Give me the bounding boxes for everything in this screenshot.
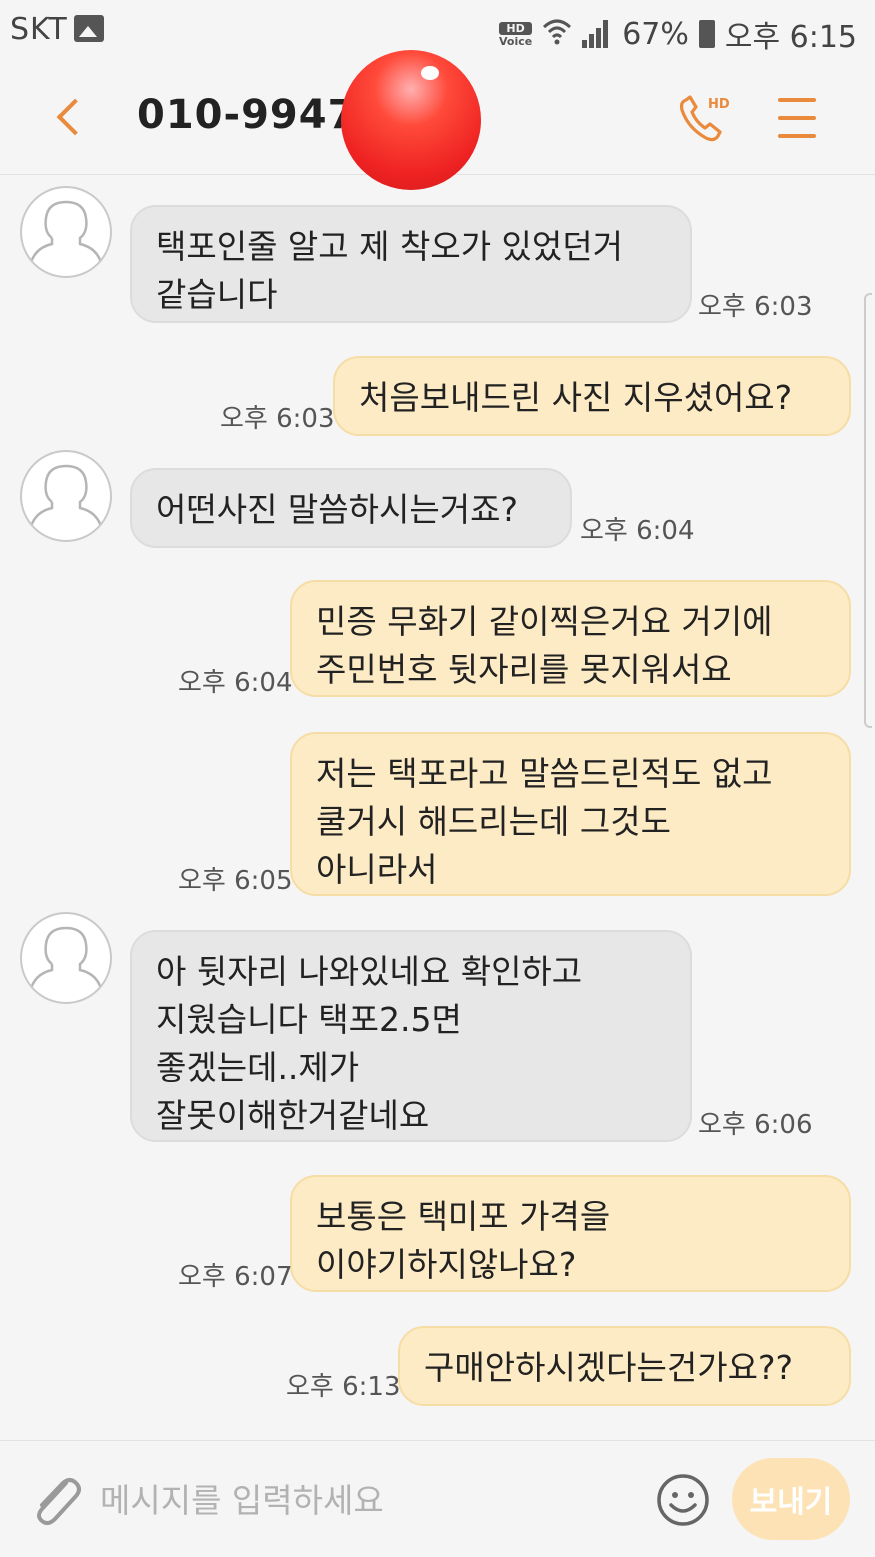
person-icon — [28, 926, 104, 993]
status-bar: SKT HD Voice 67% 오후 6:15 — [0, 0, 875, 62]
hd-voice-icon: HD Voice — [498, 21, 533, 48]
message-time: 오후 6:06 — [698, 1110, 813, 1140]
message-text[interactable]: 구매안하시겠다는건가요?? — [398, 1326, 851, 1406]
clock: 오후 6:15 — [724, 20, 857, 55]
message-text[interactable]: 보통은 택미포 가격을 이야기하지않나요? — [290, 1175, 851, 1292]
person-icon — [28, 464, 104, 531]
message-input[interactable] — [98, 1469, 622, 1531]
emoji-button[interactable] — [656, 1473, 710, 1527]
redaction-circle — [341, 50, 481, 190]
message-time: 오후 6:07 — [178, 1262, 293, 1292]
message-text[interactable]: 어떤사진 말씀하시는거죠? — [130, 468, 572, 548]
svg-text:HD: HD — [708, 97, 730, 112]
contact-avatar[interactable] — [20, 912, 112, 1004]
message-text[interactable]: 처음보내드린 사진 지우셨어요? — [333, 356, 851, 436]
contact-avatar[interactable] — [20, 450, 112, 542]
smiley-icon — [657, 1474, 709, 1526]
attach-button[interactable] — [28, 1469, 84, 1529]
message-time: 오후 6:04 — [178, 668, 293, 698]
signal-icon — [582, 20, 612, 48]
menu-button[interactable] — [778, 98, 816, 138]
message-time: 오후 6:04 — [580, 516, 695, 546]
message-time: 오후 6:03 — [698, 292, 813, 322]
message-text[interactable]: 아 뒷자리 나와있네요 확인하고 지웠습니다 택포2.5면 좋겠는데..제가 잘… — [130, 930, 692, 1142]
compose-bar: 보내기 — [0, 1440, 875, 1557]
conversation-header: 010-9947- HD — [0, 50, 875, 190]
back-button[interactable] — [52, 96, 88, 140]
message-time: 오후 6:13 — [286, 1372, 401, 1402]
hd-call-button[interactable]: HD — [676, 92, 736, 148]
message-text[interactable]: 저는 택포라고 말씀드린적도 없고 쿨거시 해드리는데 그것도 아니라서 — [290, 732, 851, 896]
person-icon — [28, 200, 104, 267]
image-notification-icon — [74, 15, 104, 42]
message-time: 오후 6:05 — [178, 866, 293, 896]
paperclip-icon — [37, 1478, 81, 1526]
battery-percent: 67% — [622, 16, 689, 52]
phone-icon: HD — [679, 95, 730, 142]
carrier-label: SKT — [10, 12, 68, 47]
send-button[interactable]: 보내기 — [732, 1458, 850, 1540]
message-time: 오후 6:03 — [220, 404, 335, 434]
wifi-icon — [542, 17, 572, 52]
battery-icon — [698, 20, 715, 48]
message-text[interactable]: 민증 무화기 같이찍은거요 거기에 주민번호 뒷자리를 못지워서요 — [290, 580, 851, 697]
contact-avatar[interactable] — [20, 186, 112, 278]
scrollbar[interactable] — [864, 293, 872, 728]
contact-title: 010-9947- — [137, 92, 375, 138]
message-text[interactable]: 택포인줄 알고 제 착오가 있었던거 같습니다 — [130, 205, 692, 323]
